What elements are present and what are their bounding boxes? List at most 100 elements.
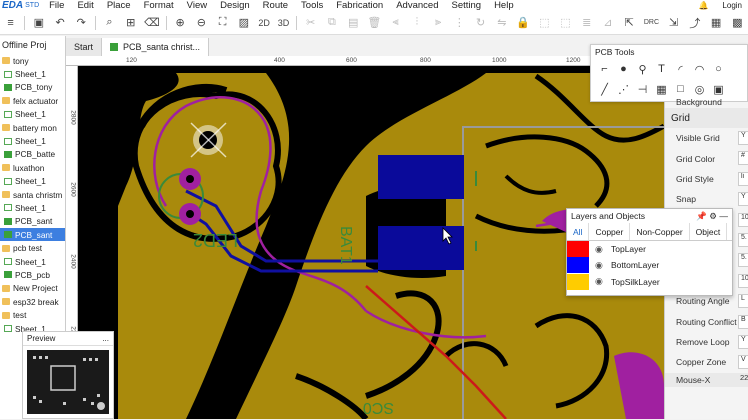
- tab-non-copper[interactable]: Non-Copper: [630, 223, 690, 240]
- fit-icon[interactable]: ⛶: [212, 13, 233, 33]
- tree-item[interactable]: santa christm: [0, 188, 65, 201]
- tree-item[interactable]: luxathon: [0, 161, 65, 174]
- tab-object[interactable]: Object: [690, 223, 728, 240]
- layer-color-swatch[interactable]: [567, 241, 589, 258]
- eye-icon[interactable]: ◉: [595, 276, 605, 287]
- copy-icon[interactable]: ⧉: [321, 13, 342, 33]
- zoom-in-icon[interactable]: ⊕: [170, 13, 191, 33]
- tree-item[interactable]: PCB_batte: [0, 148, 65, 161]
- layer-row[interactable]: ◉ TopSilkLayer: [567, 273, 732, 290]
- pad-icon[interactable]: ●: [614, 59, 633, 79]
- search-icon[interactable]: ⌕: [99, 13, 120, 33]
- save-icon[interactable]: ▣: [28, 13, 49, 33]
- drc-button[interactable]: DRC: [640, 19, 663, 26]
- tree-item[interactable]: PCB_tony: [0, 81, 65, 94]
- property-value-field[interactable]: 5.: [738, 232, 748, 247]
- grid-section-header[interactable]: Grid: [665, 108, 748, 128]
- rotate-icon[interactable]: ↻: [470, 13, 491, 33]
- export-icon[interactable]: ⇲: [663, 13, 684, 33]
- zoom-out-icon[interactable]: ⊖: [191, 13, 212, 33]
- menu-place[interactable]: Place: [107, 0, 131, 11]
- line-icon[interactable]: ╱: [595, 79, 614, 99]
- layer-row[interactable]: ◉ TopLayer: [567, 241, 732, 258]
- align-left-icon[interactable]: ⫷: [385, 13, 406, 33]
- measure-icon[interactable]: ⊿: [597, 13, 618, 33]
- tab-pcb[interactable]: PCB_santa christ...: [102, 38, 210, 56]
- tree-item[interactable]: PCB_sant: [0, 215, 65, 228]
- redo-icon[interactable]: ↷: [71, 13, 92, 33]
- track-icon[interactable]: ⌐: [595, 59, 614, 79]
- tree-item[interactable]: PCB_pcb: [0, 268, 65, 281]
- tab-start[interactable]: Start: [66, 38, 103, 56]
- arc-alt-icon[interactable]: ◠: [690, 59, 709, 79]
- connect-icon[interactable]: ⋰: [614, 79, 633, 99]
- property-value-field[interactable]: V: [738, 355, 748, 370]
- grid-icon[interactable]: ⊞: [120, 13, 141, 33]
- menu-advanced[interactable]: Advanced: [396, 0, 438, 11]
- property-value-field[interactable]: Y: [738, 192, 748, 207]
- tree-item[interactable]: pcb test: [0, 241, 65, 254]
- menu-edit[interactable]: Edit: [77, 0, 93, 11]
- align-right-icon[interactable]: ⫸: [427, 13, 448, 33]
- property-value-field[interactable]: #: [738, 151, 748, 166]
- eye-icon[interactable]: ◉: [595, 244, 605, 255]
- tree-item[interactable]: Sheet_1: [0, 255, 65, 268]
- text-icon[interactable]: T: [652, 59, 671, 79]
- tree-item[interactable]: felx actuator: [0, 94, 65, 107]
- layer-color-swatch[interactable]: [567, 273, 589, 290]
- preview-thumbnail[interactable]: [23, 346, 113, 418]
- import-icon[interactable]: ⇱: [619, 13, 640, 33]
- cut-icon[interactable]: ✂: [300, 13, 321, 33]
- menu-view[interactable]: View: [187, 0, 207, 11]
- menu-setting[interactable]: Setting: [451, 0, 481, 11]
- tree-item[interactable]: PCB_sant: [0, 228, 65, 242]
- arc-icon[interactable]: ◜: [671, 59, 690, 79]
- menu-tools[interactable]: Tools: [301, 0, 323, 11]
- circle-icon[interactable]: ○: [709, 59, 728, 79]
- distribute-icon[interactable]: ⋮: [449, 13, 470, 33]
- group-icon[interactable]: ⬚: [534, 13, 555, 33]
- login-link[interactable]: Login: [722, 1, 742, 10]
- pin-icon[interactable]: 📌: [696, 211, 707, 221]
- property-value-field[interactable]: li: [738, 171, 748, 186]
- tree-item[interactable]: Sheet_1: [0, 201, 65, 214]
- menu-route[interactable]: Route: [263, 0, 288, 11]
- clear-icon[interactable]: ⌫: [141, 13, 162, 33]
- tree-item[interactable]: battery mon: [0, 121, 65, 134]
- tree-item[interactable]: New Project: [0, 282, 65, 295]
- layer-row[interactable]: ◉ BottomLayer: [567, 257, 732, 274]
- property-value-field[interactable]: 10: [738, 212, 748, 227]
- preview-menu-icon[interactable]: ...: [102, 334, 109, 343]
- tree-item[interactable]: Sheet_1: [0, 134, 65, 147]
- delete-icon[interactable]: 🗑: [364, 13, 385, 33]
- tree-item[interactable]: test: [0, 308, 65, 321]
- minimize-icon[interactable]: —: [719, 211, 728, 221]
- dimension-icon[interactable]: ⊣: [633, 79, 652, 99]
- tab-all[interactable]: All: [567, 223, 590, 240]
- menu-format[interactable]: Format: [144, 0, 174, 11]
- tree-item[interactable]: Sheet_1: [0, 175, 65, 188]
- property-value-field[interactable]: Y: [738, 131, 748, 145]
- paste-icon[interactable]: ▤: [343, 13, 364, 33]
- property-value-field[interactable]: L: [738, 294, 748, 309]
- menu-help[interactable]: Help: [494, 0, 514, 11]
- property-value-field[interactable]: Y: [738, 334, 748, 349]
- eye-icon[interactable]: ◉: [595, 260, 605, 271]
- undo-icon[interactable]: ↶: [49, 13, 70, 33]
- tree-item[interactable]: tony: [0, 54, 65, 67]
- menu-icon[interactable]: ≡: [0, 13, 21, 33]
- property-value-field[interactable]: 5.: [738, 253, 748, 268]
- bell-icon[interactable]: 🔔: [698, 1, 708, 10]
- align-center-icon[interactable]: ⫶: [406, 13, 427, 33]
- menu-design[interactable]: Design: [220, 0, 250, 11]
- property-value-field[interactable]: B: [738, 314, 748, 329]
- view-3d-button[interactable]: 3D: [274, 18, 293, 28]
- lock-icon[interactable]: 🔒: [512, 13, 533, 33]
- tree-item[interactable]: Sheet_1: [0, 108, 65, 121]
- property-value-field[interactable]: 10: [738, 273, 748, 288]
- layer-icon[interactable]: ≣: [576, 13, 597, 33]
- menu-file[interactable]: File: [49, 0, 64, 11]
- share-icon[interactable]: ⤴: [684, 13, 705, 33]
- menu-fabrication[interactable]: Fabrication: [336, 0, 383, 11]
- ungroup-icon[interactable]: ⬚: [555, 13, 576, 33]
